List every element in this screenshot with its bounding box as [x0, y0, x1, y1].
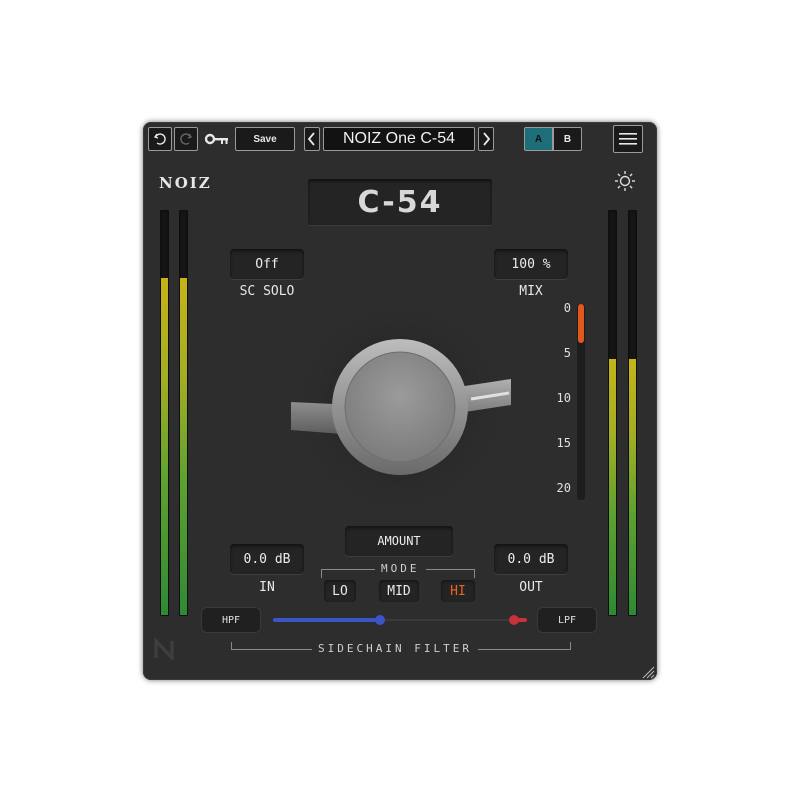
next-preset-button[interactable] [478, 127, 494, 151]
lpf-slider-handle[interactable] [509, 615, 520, 625]
mode-mid-label: MID [387, 583, 411, 599]
output-meter-right [628, 210, 637, 616]
input-gain-value-text: 0.0 dB [243, 551, 291, 567]
brand-logo-text: NOIZ [159, 174, 212, 192]
input-label: IN [259, 580, 275, 595]
input-meter-right-fill [180, 278, 187, 615]
mix-value-text: 100 % [511, 256, 551, 272]
lpf-label: LPF [557, 614, 577, 626]
hpf-range-bar [273, 618, 380, 622]
mode-lo-button[interactable]: LO [324, 580, 356, 602]
hpf-button[interactable]: HPF [201, 607, 261, 633]
sun-icon[interactable] [614, 170, 636, 192]
save-button[interactable]: Save [235, 127, 295, 151]
output-gain-value-text: 0.0 dB [507, 551, 555, 567]
output-label: OUT [519, 580, 543, 595]
gain-reduction-scale: 0 5 10 15 20 [547, 301, 577, 498]
input-meter-right [179, 210, 188, 616]
gain-reduction-meter [577, 304, 585, 500]
compressor-plugin-window: Save NOIZ One C-54 A B NOIZ C-54 Off SC … [143, 122, 657, 680]
mode-mid-button[interactable]: MID [379, 580, 419, 602]
sc-solo-value-text: Off [255, 256, 279, 272]
slot-b-label: B [563, 133, 572, 145]
resize-grip-icon[interactable] [641, 664, 655, 679]
mix-value[interactable]: 100 % [494, 249, 568, 279]
amount-label: AMOUNT [377, 534, 421, 548]
chevron-right-icon [483, 132, 490, 146]
noiz-n-logo-icon [153, 636, 175, 663]
slot-a-button[interactable]: A [524, 127, 553, 151]
output-meter-left [608, 210, 617, 616]
save-button-label: Save [253, 133, 277, 145]
undo-icon [153, 133, 166, 145]
mode-hi-label: HI [450, 583, 466, 599]
slot-a-label: A [534, 133, 543, 145]
gain-reduction-tick: 10 [556, 391, 571, 405]
input-meter-left-fill [161, 278, 168, 615]
mode-label: MODE [375, 562, 426, 575]
sidechain-filter-label: SIDECHAIN FILTER [312, 642, 478, 655]
product-title: C-54 [357, 184, 443, 220]
redo-button[interactable] [174, 127, 198, 151]
key-icon[interactable] [204, 130, 230, 148]
output-gain-value[interactable]: 0.0 dB [494, 544, 568, 574]
redo-icon [180, 133, 193, 145]
hpf-slider-handle[interactable] [374, 615, 385, 625]
output-meter-left-fill [609, 359, 616, 615]
gain-reduction-tick: 0 [563, 301, 571, 315]
hpf-label: HPF [221, 614, 241, 626]
mode-lo-label: LO [332, 583, 348, 599]
gain-reduction-tick: 20 [556, 481, 571, 495]
slot-b-button[interactable]: B [553, 127, 582, 151]
mode-hi-button[interactable]: HI [441, 580, 475, 602]
lpf-button[interactable]: LPF [537, 607, 597, 633]
sidechain-filter-slider[interactable] [273, 615, 527, 625]
gain-reduction-tick: 5 [563, 346, 571, 360]
input-meter-left [160, 210, 169, 616]
amount-knob[interactable] [263, 287, 533, 517]
hamburger-menu-icon [619, 133, 637, 145]
input-gain-value[interactable]: 0.0 dB [230, 544, 304, 574]
output-meter-right-fill [629, 359, 636, 615]
gain-reduction-meter-fill [578, 304, 584, 343]
gain-reduction-tick: 15 [556, 436, 571, 450]
sc-solo-value[interactable]: Off [230, 249, 304, 279]
product-title-plate: C-54 [308, 179, 492, 225]
prev-preset-button[interactable] [304, 127, 320, 151]
chevron-left-icon [308, 132, 315, 146]
undo-button[interactable] [148, 127, 172, 151]
preset-name: NOIZ One C-54 [342, 130, 456, 147]
preset-name-display[interactable]: NOIZ One C-54 [323, 127, 475, 151]
amount-label-plate: AMOUNT [345, 526, 453, 556]
menu-button[interactable] [613, 125, 643, 153]
